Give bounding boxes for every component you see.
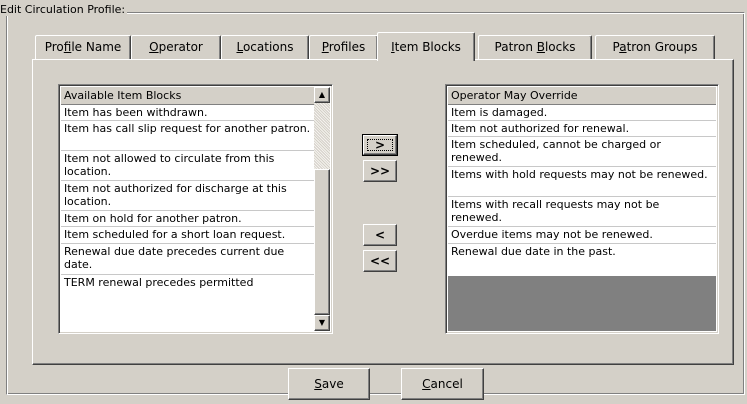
focus-rect [367, 139, 393, 151]
tab-operator[interactable]: Operator [131, 35, 221, 60]
list-item[interactable]: Overdue items may not be renewed. [448, 227, 716, 244]
list-empty-area [448, 276, 716, 331]
operator-may-override-list[interactable]: Operator May Override Item is damaged. I… [445, 84, 719, 334]
arrow-down-icon: ▼ [318, 318, 326, 327]
list-item[interactable]: Item not allowed to circulate from this … [61, 151, 314, 181]
item-blocks-panel: Available Item Blocks Item has been with… [32, 59, 734, 365]
list-item[interactable]: Item not authorized for renewal. [448, 121, 716, 137]
remove-one-button[interactable]: < [363, 224, 397, 246]
scroll-thumb[interactable] [314, 169, 330, 315]
available-list-scrollbar[interactable]: ▲ ▼ [314, 87, 330, 331]
available-item-blocks-list[interactable]: Available Item Blocks Item has been with… [58, 84, 333, 334]
list-item[interactable]: Item has been withdrawn. [61, 105, 314, 121]
list-item[interactable]: Item scheduled for a short loan request. [61, 227, 314, 244]
remove-all-button[interactable]: << [363, 250, 397, 272]
arrow-up-icon: ▲ [318, 90, 326, 99]
list-item[interactable]: Renewal due date in the past. [448, 244, 716, 261]
list-item[interactable]: Renewal due date precedes current due da… [61, 244, 314, 275]
tab-profile-name[interactable]: Profile Name [35, 35, 131, 60]
tab-profiles[interactable]: Profiles [309, 35, 378, 60]
list-item[interactable]: Item is damaged. [448, 105, 716, 121]
available-list-header: Available Item Blocks [61, 87, 314, 105]
list-item[interactable]: Items with hold requests may not be rene… [448, 167, 716, 197]
scroll-up-button[interactable]: ▲ [314, 87, 330, 103]
override-list-header: Operator May Override [448, 87, 716, 105]
add-one-button[interactable]: > [362, 134, 398, 156]
cancel-button[interactable]: Cancel [401, 368, 484, 400]
tab-patron-blocks[interactable]: Patron Blocks [478, 35, 592, 60]
group-title: Edit Circulation Profile: [0, 3, 128, 16]
add-all-button[interactable]: >> [363, 160, 397, 182]
tab-item-blocks[interactable]: Item Blocks [377, 32, 475, 61]
save-button[interactable]: Save [288, 368, 370, 400]
tab-patron-groups[interactable]: Patron Groups [595, 35, 715, 60]
list-item[interactable]: Items with recall requests may not be re… [448, 197, 716, 227]
list-item[interactable]: Item not authorized for discharge at thi… [61, 181, 314, 211]
list-item[interactable]: Item on hold for another patron. [61, 211, 314, 227]
tab-locations[interactable]: Locations [221, 35, 309, 60]
list-item[interactable]: Item scheduled, cannot be charged or ren… [448, 137, 716, 167]
list-item[interactable]: Item has call slip request for another p… [61, 121, 314, 151]
scroll-down-button[interactable]: ▼ [314, 315, 330, 331]
list-item[interactable]: TERM renewal precedes permitted [61, 275, 314, 305]
